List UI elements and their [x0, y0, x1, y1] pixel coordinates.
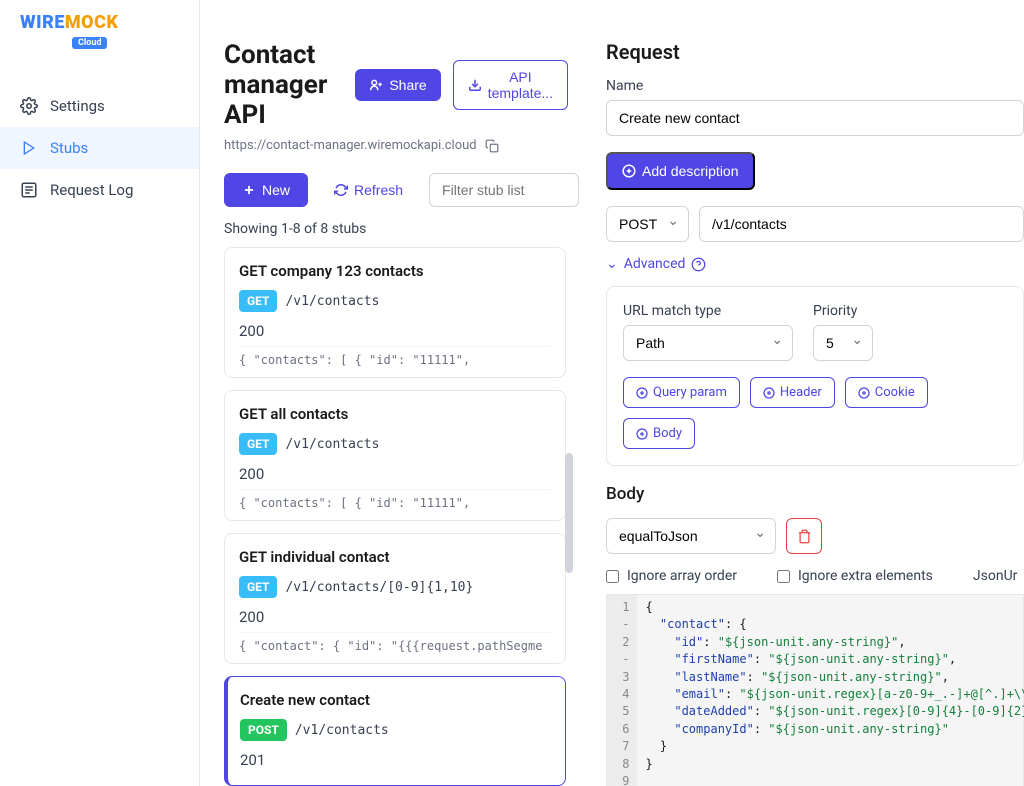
advanced-label: Advanced — [624, 256, 686, 272]
stub-body-preview: { "contact": { "id": "{{{request.pathSeg… — [239, 632, 551, 653]
priority-select[interactable]: 5 — [813, 325, 873, 361]
method-badge: GET — [239, 576, 277, 598]
url-match-select[interactable]: Path — [623, 325, 793, 361]
stub-title: GET individual contact — [239, 548, 551, 566]
method-select[interactable]: POST — [606, 206, 689, 242]
add-query-param-chip[interactable]: Query param — [623, 377, 740, 408]
stub-card[interactable]: GET individual contact GET/v1/contacts/[0… — [224, 533, 566, 664]
stub-body-preview: { "contacts": [ { "id": "11111", — [239, 346, 551, 367]
path-input[interactable] — [699, 206, 1024, 242]
request-panel: Request Name Add description POST — [590, 0, 1024, 786]
url-match-label: URL match type — [623, 303, 793, 319]
api-template-button[interactable]: API template... — [453, 60, 568, 110]
add-description-button[interactable]: Add description — [606, 152, 755, 190]
name-input[interactable] — [606, 100, 1024, 136]
stub-path: /v1/contacts/[0-9]{1,10} — [285, 580, 473, 595]
gear-icon — [20, 97, 38, 115]
stub-status: 200 — [239, 465, 551, 483]
method-badge: GET — [239, 290, 277, 312]
stub-title: GET company 123 contacts — [239, 262, 551, 280]
share-label: Share — [389, 77, 426, 93]
add-body-chip[interactable]: Body — [623, 418, 695, 449]
priority-label: Priority — [813, 303, 873, 319]
add-header-chip[interactable]: Header — [750, 377, 835, 408]
play-icon — [20, 139, 38, 157]
api-url: https://contact-manager.wiremockapi.clou… — [224, 138, 477, 153]
logo-mock: MOCK — [65, 12, 119, 33]
filter-input[interactable] — [429, 173, 579, 207]
stub-card[interactable]: GET all contacts GET/v1/contacts 200 { "con… — [224, 390, 566, 521]
add-cookie-chip[interactable]: Cookie — [845, 377, 928, 408]
nav-stubs[interactable]: Stubs — [0, 127, 199, 169]
delete-body-button[interactable] — [786, 518, 822, 554]
ignore-array-order-check[interactable]: Ignore array order — [606, 568, 737, 584]
stub-path: /v1/contacts — [285, 437, 379, 452]
help-icon[interactable] — [691, 257, 706, 272]
download-icon — [468, 78, 482, 92]
method-badge: GET — [239, 433, 277, 455]
stub-status: 200 — [239, 608, 551, 626]
stub-title: GET all contacts — [239, 405, 551, 423]
nav-label: Settings — [50, 97, 105, 115]
new-button[interactable]: New — [224, 173, 308, 207]
ignore-extra-elements-check[interactable]: Ignore extra elements — [777, 568, 933, 584]
refresh-icon — [334, 183, 348, 197]
body-match-select[interactable]: equalToJson — [606, 518, 776, 554]
json-editor[interactable]: 1 -2 -3 4 5 6 7 8 9 10 { "contact": { "i… — [606, 594, 1024, 786]
json-unit-label: JsonUr — [973, 568, 1018, 584]
stub-path: /v1/contacts — [295, 723, 389, 738]
stub-body-preview: { "contacts": [ { "id": "11111", — [239, 489, 551, 510]
copy-icon[interactable] — [485, 139, 499, 153]
stub-card[interactable]: GET company 123 contacts GET/v1/contacts 2… — [224, 247, 566, 378]
nav-request-log[interactable]: Request Log — [0, 169, 199, 211]
stub-status: 200 — [239, 322, 551, 340]
add-desc-label: Add description — [642, 163, 739, 179]
stubs-panel: Contact manager API Share API template..… — [200, 0, 590, 786]
logo-cloud-badge: Cloud — [72, 37, 107, 49]
refresh-button[interactable]: Refresh — [320, 174, 417, 206]
advanced-toggle[interactable]: ⌄ Advanced — [606, 256, 1024, 272]
stub-status: 201 — [240, 751, 551, 769]
refresh-label: Refresh — [354, 182, 403, 198]
nav-label: Request Log — [50, 181, 133, 199]
logo: WIREMOCK Cloud — [0, 12, 199, 61]
stub-title: Create new contact — [240, 691, 551, 709]
plus-circle-icon — [622, 164, 636, 178]
sidebar: WIREMOCK Cloud Settings Stubs R — [0, 0, 200, 786]
body-section-title: Body — [606, 484, 1024, 504]
chevron-down-icon: ⌄ — [606, 256, 618, 272]
share-button[interactable]: Share — [355, 69, 440, 101]
stub-card[interactable]: Create new contact POST/v1/contacts 201 — [224, 676, 566, 786]
new-label: New — [262, 182, 290, 198]
template-label: API template... — [488, 69, 553, 101]
user-plus-icon — [369, 78, 383, 92]
plus-icon — [242, 183, 256, 197]
stub-path: /v1/contacts — [285, 294, 379, 309]
method-badge: POST — [240, 719, 287, 741]
list-icon — [20, 181, 38, 199]
scrollbar[interactable] — [565, 453, 573, 573]
advanced-box: URL match type Path Priority 5 — [606, 286, 1024, 466]
results-count: Showing 1-8 of 8 stubs — [224, 221, 566, 237]
request-section-title: Request — [606, 40, 1024, 64]
logo-wire: WIRE — [20, 12, 65, 33]
nav-settings[interactable]: Settings — [0, 85, 199, 127]
page-title: Contact manager API — [224, 40, 327, 130]
nav-label: Stubs — [50, 139, 88, 157]
name-label: Name — [606, 78, 1024, 94]
